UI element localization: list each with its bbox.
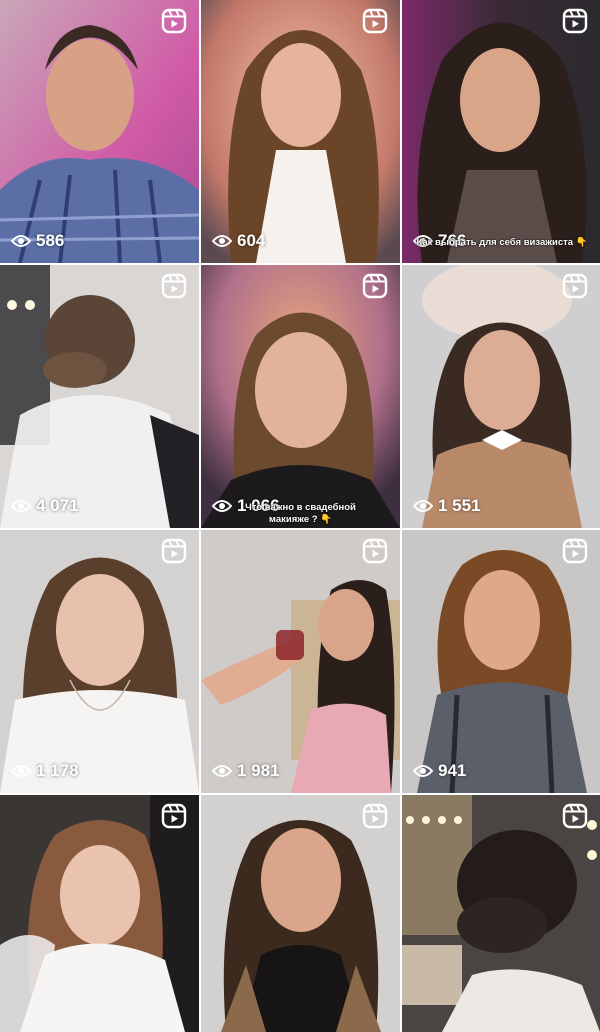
eye-icon [11, 235, 31, 247]
eye-icon [212, 765, 232, 777]
eye-icon [11, 765, 31, 777]
view-count: 1 178 [11, 761, 79, 781]
reel-thumbnail [201, 0, 400, 263]
reel-tile-10[interactable] [0, 795, 199, 1032]
eye-icon [413, 500, 433, 512]
view-count-value: 4 071 [36, 496, 79, 515]
reel-tile-2[interactable]: 604 [201, 0, 400, 263]
view-count-value: 1 551 [438, 496, 481, 515]
reel-tile-9[interactable]: 941 [402, 530, 600, 793]
reel-thumbnail [0, 530, 199, 793]
reels-icon [562, 803, 588, 829]
reel-tile-3[interactable]: 766 Как выбрать для себя визажиста 👇 [402, 0, 600, 263]
view-count-value: 604 [237, 231, 266, 250]
view-count-value: 1 178 [36, 761, 79, 780]
view-count-value: 941 [438, 761, 467, 780]
eye-icon [413, 765, 433, 777]
view-count: 4 071 [11, 496, 79, 516]
reels-icon [362, 8, 388, 34]
reel-tile-12[interactable] [402, 795, 600, 1032]
reels-icon [362, 538, 388, 564]
reel-tile-11[interactable] [201, 795, 400, 1032]
eye-icon [212, 235, 232, 247]
view-count: 1 981 [212, 761, 280, 781]
eye-icon [11, 500, 31, 512]
view-count: 586 [11, 231, 64, 251]
reels-icon [161, 8, 187, 34]
reels-icon [161, 803, 187, 829]
view-count-value: 586 [36, 231, 65, 250]
reels-icon [562, 538, 588, 564]
reel-thumbnail [0, 265, 199, 528]
reels-grid: 586 604 766 Как выбрать для себя визажис… [0, 0, 600, 1032]
reels-icon [562, 273, 588, 299]
reel-tile-4[interactable]: 4 071 [0, 265, 199, 528]
reel-thumbnail [402, 530, 600, 793]
reels-icon [362, 273, 388, 299]
reel-caption: Как выбрать для себя визажиста 👇 [416, 237, 588, 248]
reel-tile-1[interactable]: 586 [0, 0, 199, 263]
view-count: 1 551 [413, 496, 481, 516]
reel-thumbnail [201, 265, 400, 528]
reel-caption: Что важно в свадебной макияже ? 👇 [245, 502, 356, 525]
reel-tile-8[interactable]: 1 981 [201, 530, 400, 793]
view-count-value: 1 981 [237, 761, 280, 780]
reel-thumbnail [402, 0, 600, 263]
reels-icon [562, 8, 588, 34]
reel-tile-5[interactable]: 1 066 Что важно в свадебной макияже ? 👇 [201, 265, 400, 528]
reels-icon [161, 273, 187, 299]
reel-tile-7[interactable]: 1 178 [0, 530, 199, 793]
reel-thumbnail [201, 530, 400, 793]
reels-icon [161, 538, 187, 564]
reel-thumbnail [201, 795, 400, 1032]
reel-tile-6[interactable]: 1 551 [402, 265, 600, 528]
reel-thumbnail [0, 795, 199, 1032]
view-count: 604 [212, 231, 265, 251]
reel-thumbnail [0, 0, 199, 263]
view-count: 941 [413, 761, 466, 781]
reel-thumbnail [402, 795, 600, 1032]
reel-thumbnail [402, 265, 600, 528]
reels-icon [362, 803, 388, 829]
